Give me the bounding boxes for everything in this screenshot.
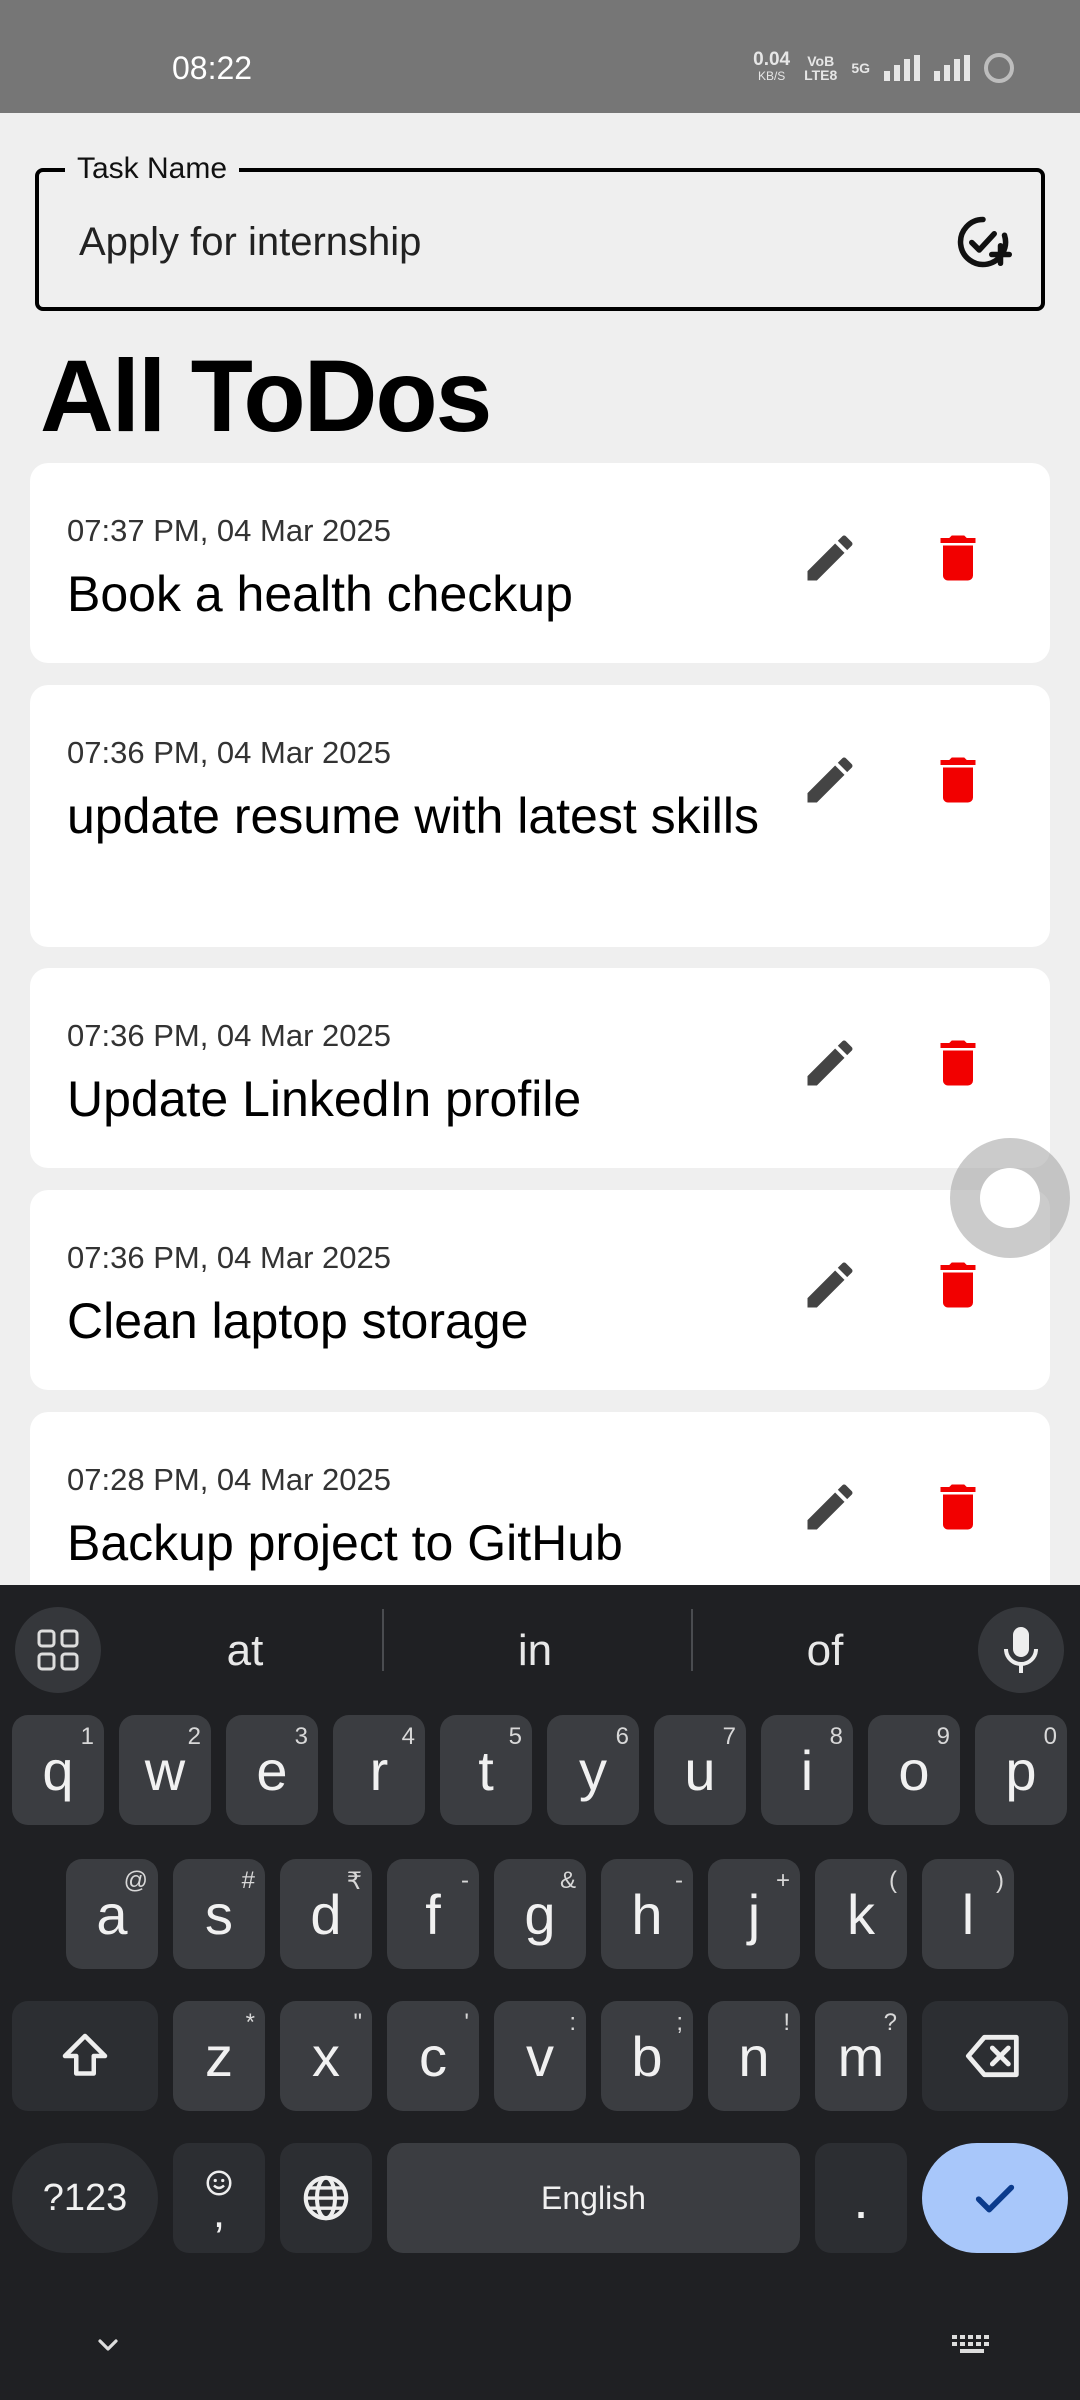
key-b[interactable]: b; [601,2001,693,2111]
key-y[interactable]: y6 [547,1715,639,1825]
delete-icon[interactable] [928,750,988,810]
key-q[interactable]: q1 [12,1715,104,1825]
signal-icon [884,55,920,81]
microphone-button[interactable] [978,1607,1064,1693]
edit-icon[interactable] [800,528,860,588]
task-name-input[interactable] [79,220,939,265]
space-key[interactable]: English [387,2143,800,2253]
touch-indicator [950,1138,1070,1258]
page-title: All ToDos [40,339,492,453]
key-g[interactable]: g & [494,1859,586,1969]
todo-card[interactable]: 07:36 PM, 04 Mar 2025 update resume with… [30,685,1050,947]
task-name-label: Task Name [65,152,240,186]
key-w[interactable]: w2 [119,1715,211,1825]
key-i[interactable]: i8 [761,1715,853,1825]
backspace-icon [965,2034,1019,2078]
delete-icon[interactable] [928,528,988,588]
keyboard-switch-button[interactable] [950,2331,994,2364]
network-speed-value: 0.04 [753,49,791,70]
shift-icon [62,2033,108,2076]
language-key[interactable] [280,2143,372,2253]
suggestion-divider [382,1609,384,1671]
key-a[interactable]: a @ [66,1859,158,1969]
add-task-icon[interactable] [953,212,1013,272]
todo-card[interactable]: 07:28 PM, 04 Mar 2025 Backup project to … [30,1412,1050,1585]
delete-icon[interactable] [928,1477,988,1537]
todo-card[interactable]: 07:36 PM, 04 Mar 2025 Update LinkedIn pr… [30,968,1050,1168]
suggestion-divider [691,1609,693,1671]
period-key[interactable]: . [815,2143,907,2253]
network-type: 5G [851,60,870,76]
todo-time: 07:28 PM, 04 Mar 2025 [67,1462,391,1497]
edit-icon[interactable] [800,1033,860,1093]
todo-time: 07:36 PM, 04 Mar 2025 [67,1240,391,1275]
checkmark-icon [975,2184,1015,2213]
key-j[interactable]: j + [708,1859,800,1969]
key-t[interactable]: t5 [440,1715,532,1825]
todo-list[interactable]: 07:37 PM, 04 Mar 2025 Book a health chec… [30,463,1050,1585]
todo-time: 07:36 PM, 04 Mar 2025 [67,735,391,770]
key-c[interactable]: c ' [387,2001,479,2111]
edit-icon[interactable] [800,750,860,810]
key-v[interactable]: v: [494,2001,586,2111]
key-s[interactable]: s # [173,1859,265,1969]
todo-title: update resume with latest skills [67,788,759,844]
suggestion-1[interactable]: at [140,1613,350,1689]
shift-key[interactable] [12,2001,158,2111]
key-x[interactable]: x " [280,2001,372,2111]
status-bar: 08:22 0.04 KB/S VoB LTE8 5G [0,0,1080,113]
key-u[interactable]: u7 [654,1715,746,1825]
enter-key[interactable] [922,2143,1068,2253]
todo-time: 07:37 PM, 04 Mar 2025 [67,513,391,548]
key-p[interactable]: p0 [975,1715,1067,1825]
signal-icon-2 [934,55,970,81]
network-speed-unit: KB/S [757,69,786,83]
todo-title: Clean laptop storage [67,1293,529,1349]
keyboard-icon [952,2335,989,2353]
key-r[interactable]: r4 [333,1715,425,1825]
key-z[interactable]: z * [173,2001,265,2111]
delete-icon[interactable] [928,1033,988,1093]
backspace-key[interactable] [922,2001,1068,2111]
keyboard[interactable]: at in of q1 w2 e3 r4 t5 y6 u7 i8 o9 p0 a… [0,1585,1080,2400]
key-e[interactable]: e3 [226,1715,318,1825]
network-speed: 0.04 KB/S [753,49,791,84]
globe-icon [303,2175,349,2221]
edit-icon[interactable] [800,1255,860,1315]
key-h[interactable]: h- [601,1859,693,1969]
keyboard-menu-button[interactable] [15,1607,101,1693]
key-m[interactable]: m? [815,2001,907,2111]
key-k[interactable]: k( [815,1859,907,1969]
task-name-field[interactable] [35,168,1045,311]
todo-card[interactable]: 07:37 PM, 04 Mar 2025 Book a health chec… [30,463,1050,663]
key-n[interactable]: n! [708,2001,800,2111]
todo-title: Book a health checkup [67,566,573,622]
suggestion-2[interactable]: in [430,1613,640,1689]
todo-card[interactable]: 07:36 PM, 04 Mar 2025 Clean laptop stora… [30,1190,1050,1390]
symbols-key[interactable]: ?123 [12,2143,158,2253]
volte-icon: VoB LTE8 [804,53,838,83]
hide-keyboard-button[interactable] [92,2329,124,2366]
key-l[interactable]: l) [922,1859,1014,1969]
edit-icon[interactable] [800,1477,860,1537]
key-f[interactable]: f- [387,1859,479,1969]
status-icons: 0.04 KB/S VoB LTE8 5G [753,49,1014,84]
key-d[interactable]: d ₹ [280,1859,372,1969]
microphone-icon [1004,1627,1038,1673]
key-o[interactable]: o9 [868,1715,960,1825]
chevron-down-icon [98,2339,118,2351]
delete-icon[interactable] [928,1255,988,1315]
todo-title: Update LinkedIn profile [67,1071,582,1127]
status-time: 08:22 [172,50,253,86]
todo-title: Backup project to GitHub [67,1515,623,1571]
suggestion-3[interactable]: of [720,1613,930,1689]
grid-icon [37,1629,79,1671]
battery-icon [984,53,1014,83]
emoji-comma-key[interactable]: , [173,2143,265,2253]
todo-time: 07:36 PM, 04 Mar 2025 [67,1018,391,1053]
